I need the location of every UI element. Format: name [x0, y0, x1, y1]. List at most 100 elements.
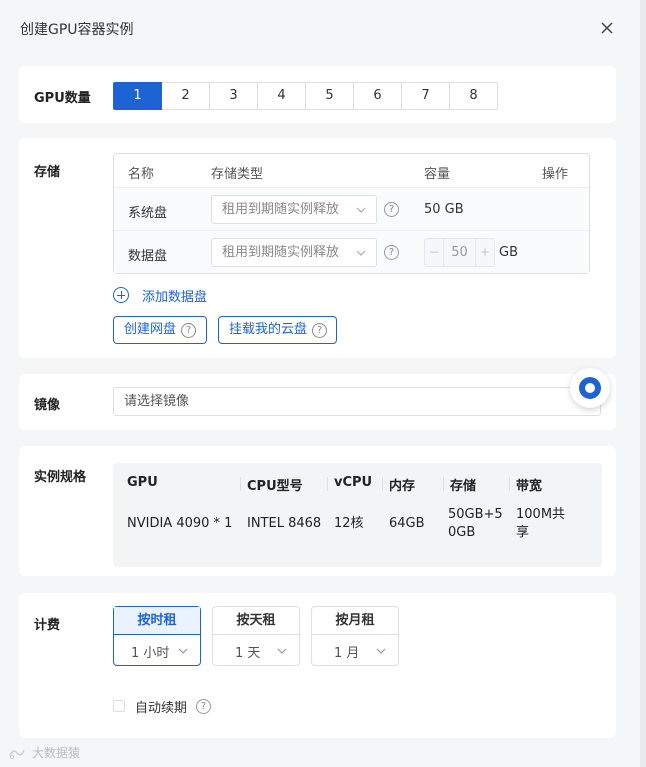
gpu-count-option-5[interactable]: 5: [305, 82, 354, 110]
spec-storage-value-line1: 50GB+5: [448, 507, 503, 522]
mount-cloud-disk-label: 挂载我的云盘: [229, 322, 308, 337]
dialog-title: 创建GPU容器实例: [20, 22, 134, 38]
system-disk-type-value: 租用到期随实例释放: [222, 202, 340, 217]
data-disk-type-value: 租用到期随实例释放: [222, 245, 340, 260]
dialog-header: 创建GPU容器实例: [0, 0, 640, 58]
chat-bubble-icon: [579, 377, 601, 399]
create-net-disk-label: 创建网盘: [124, 322, 177, 337]
gpu-count-selector: 1 2 3 4 5 6 7 8: [113, 82, 498, 110]
system-disk-row: 系统盘 租用到期随实例释放 ? 50 GB: [114, 187, 589, 230]
storage-header-action: 操作: [542, 167, 569, 182]
storage-table: 名称 存储类型 容量 操作 系统盘 租用到期随实例释放 ? 50 GB 数据盘 …: [113, 153, 590, 274]
gpu-count-option-8[interactable]: 8: [449, 82, 498, 110]
instance-spec-table: GPU CPU型号 vCPU 内存 存储 带宽 NVIDIA 4090 * 1 …: [113, 463, 602, 567]
spec-storage-value-line2: 0GB: [448, 525, 476, 540]
spec-header-vcpu: vCPU: [334, 475, 373, 490]
spec-bandwidth-value-line1: 100M共: [516, 507, 566, 522]
data-disk-unit: GB: [499, 245, 518, 260]
help-icon: ?: [312, 323, 327, 338]
add-data-disk-button[interactable]: 添加数据盘: [113, 286, 208, 305]
auto-renew-checkbox[interactable]: 自动续期 ?: [113, 698, 212, 716]
close-icon: [601, 22, 613, 34]
help-icon[interactable]: ?: [384, 202, 399, 217]
gpu-count-option-7[interactable]: 7: [401, 82, 450, 110]
system-disk-capacity: 50 GB: [424, 202, 464, 217]
watermark-logo-icon: [9, 749, 25, 759]
spec-header-bandwidth: 带宽: [516, 479, 543, 494]
chevron-down-icon: [376, 648, 386, 654]
image-label: 镜像: [34, 398, 61, 413]
system-disk-name: 系统盘: [128, 206, 168, 221]
gpu-count-section: GPU数量 1 2 3 4 5 6 7 8: [19, 66, 616, 123]
mount-cloud-disk-button[interactable]: 挂载我的云盘 ?: [218, 316, 337, 344]
gpu-count-option-4[interactable]: 4: [257, 82, 306, 110]
create-net-disk-button[interactable]: 创建网盘 ?: [113, 316, 207, 344]
chevron-down-icon: [356, 250, 366, 256]
close-button[interactable]: [597, 18, 617, 38]
spec-header-memory: 内存: [389, 479, 416, 494]
column-divider: [509, 477, 510, 491]
help-icon: ?: [181, 323, 196, 338]
gpu-count-option-6[interactable]: 6: [353, 82, 402, 110]
column-divider: [240, 477, 241, 491]
billing-label: 计费: [34, 618, 61, 633]
stepper-decrement-button[interactable]: −: [425, 239, 443, 266]
billing-section: 计费 按时租 1 小时 按天租 1 天 按月租 1 月 自动续期 ?: [19, 593, 616, 738]
billing-option-hourly-value: 1 小时: [131, 646, 170, 661]
spec-header-gpu: GPU: [127, 475, 158, 490]
gpu-count-option-2[interactable]: 2: [161, 82, 210, 110]
data-disk-row: 数据盘 租用到期随实例释放 ? − 50 + GB: [114, 230, 589, 273]
gpu-count-option-3[interactable]: 3: [209, 82, 258, 110]
column-divider: [382, 477, 383, 491]
storage-header-capacity: 容量: [424, 167, 451, 182]
system-disk-type-select[interactable]: 租用到期随实例释放: [211, 195, 377, 224]
billing-option-monthly[interactable]: 按月租 1 月: [311, 606, 399, 666]
billing-option-hourly-title: 按时租: [114, 607, 200, 635]
checkbox-box[interactable]: [113, 700, 125, 712]
billing-option-monthly-value: 1 月: [334, 646, 360, 661]
chevron-down-icon: [277, 648, 287, 654]
billing-option-daily-value: 1 天: [235, 646, 261, 661]
data-disk-name: 数据盘: [128, 249, 168, 264]
storage-header-name: 名称: [128, 167, 155, 182]
billing-option-hourly[interactable]: 按时租 1 小时: [113, 606, 201, 666]
add-data-disk-label: 添加数据盘: [142, 289, 208, 305]
storage-label: 存储: [34, 165, 61, 180]
instance-spec-section: 实例规格 GPU CPU型号 vCPU 内存 存储 带宽 NVIDIA 4090…: [19, 446, 616, 576]
spec-cpu-value: INTEL 8468: [247, 516, 322, 531]
help-icon[interactable]: ?: [384, 245, 399, 260]
auto-renew-label: 自动续期: [135, 700, 188, 716]
spec-gpu-value: NVIDIA 4090 * 1: [127, 516, 233, 531]
scrollbar[interactable]: [640, 0, 646, 767]
instance-spec-label: 实例规格: [34, 470, 87, 485]
chat-support-button[interactable]: [570, 368, 610, 408]
chevron-down-icon: [356, 207, 366, 213]
storage-header-type: 存储类型: [211, 167, 264, 182]
image-select-input[interactable]: 请选择镜像: [113, 387, 601, 416]
billing-option-monthly-title: 按月租: [312, 607, 398, 635]
spec-vcpu-value: 12核: [334, 516, 364, 531]
spec-header-storage: 存储: [450, 479, 477, 494]
column-divider: [327, 477, 328, 491]
create-gpu-instance-dialog: 创建GPU容器实例 GPU数量 1 2 3 4 5 6 7 8 存储 名称 存储…: [0, 0, 640, 767]
billing-option-daily[interactable]: 按天租 1 天: [212, 606, 300, 666]
image-placeholder: 请选择镜像: [124, 394, 190, 409]
spec-memory-value: 64GB: [389, 516, 425, 531]
storage-section: 存储 名称 存储类型 容量 操作 系统盘 租用到期随实例释放 ? 50 GB 数…: [19, 138, 616, 358]
gpu-count-label: GPU数量: [34, 91, 91, 106]
column-divider: [443, 477, 444, 491]
chevron-down-icon: [178, 648, 188, 654]
watermark: 大数据猿: [8, 744, 80, 761]
billing-option-daily-title: 按天租: [213, 607, 299, 635]
watermark-text: 大数据猿: [32, 746, 81, 760]
stepper-increment-button[interactable]: +: [476, 239, 494, 266]
plus-circle-icon: [113, 287, 129, 303]
spec-bandwidth-value-line2: 享: [516, 525, 530, 540]
gpu-count-option-1[interactable]: 1: [113, 82, 162, 110]
data-disk-size-value[interactable]: 50: [443, 239, 476, 266]
data-disk-type-select[interactable]: 租用到期随实例释放: [211, 238, 377, 267]
image-section: 镜像 请选择镜像: [19, 374, 616, 430]
data-disk-size-stepper[interactable]: − 50 +: [424, 238, 495, 267]
spec-header-cpu: CPU型号: [247, 479, 303, 494]
help-icon[interactable]: ?: [196, 698, 212, 714]
